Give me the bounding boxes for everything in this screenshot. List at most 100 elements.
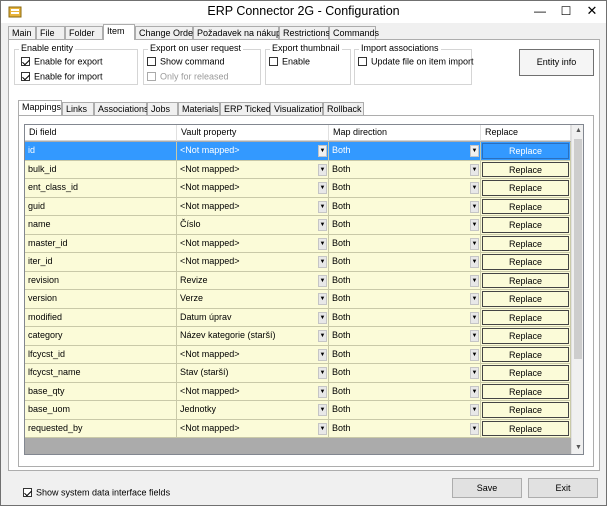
replace-button[interactable]: Replace: [482, 365, 569, 381]
replace-button[interactable]: Replace: [482, 402, 569, 418]
vault-property-combo[interactable]: <Not mapped> ▼: [177, 197, 329, 216]
tab-folder[interactable]: Folder: [65, 26, 103, 40]
vault-property-combo[interactable]: <Not mapped> ▼: [177, 160, 329, 179]
column-header-replace[interactable]: Replace: [481, 125, 571, 141]
di-field-cell[interactable]: name: [25, 216, 177, 235]
scroll-thumb[interactable]: [574, 139, 582, 359]
tab-materials[interactable]: Materials: [178, 102, 220, 115]
dropdown-arrow-icon[interactable]: ▼: [470, 293, 479, 305]
replace-button[interactable]: Replace: [482, 235, 569, 251]
map-direction-combo[interactable]: Both ▼: [329, 253, 481, 272]
map-direction-combo[interactable]: Both ▼: [329, 179, 481, 198]
map-direction-combo[interactable]: Both ▼: [329, 197, 481, 216]
column-header-vault-property[interactable]: Vault property: [177, 125, 329, 141]
minimize-button[interactable]: —: [527, 1, 553, 22]
column-header-di-field[interactable]: Di field: [25, 125, 177, 141]
show-system-fields-checkbox[interactable]: Show system data interface fields: [23, 487, 170, 498]
tab-item[interactable]: Item: [103, 24, 135, 40]
di-field-cell[interactable]: category: [25, 327, 177, 346]
di-field-cell[interactable]: iter_id: [25, 253, 177, 272]
dropdown-arrow-icon[interactable]: ▼: [470, 348, 479, 361]
table-row[interactable]: category Název kategorie (starší) ▼ Both ▼ Re…: [25, 327, 571, 346]
entity-info-button[interactable]: Entity info: [519, 49, 594, 76]
vault-property-combo[interactable]: <Not mapped> ▼: [177, 345, 329, 364]
tab-change-order[interactable]: Change Order: [135, 26, 196, 40]
map-direction-combo[interactable]: Both ▼: [329, 401, 481, 420]
table-row[interactable]: lfcycst_id <Not mapped> ▼ Both ▼ Replace: [25, 345, 571, 364]
di-field-cell[interactable]: requested_by: [25, 419, 177, 438]
table-row[interactable]: guid <Not mapped> ▼ Both ▼ Replace: [25, 197, 571, 216]
map-direction-combo[interactable]: Both ▼: [329, 419, 481, 438]
replace-button[interactable]: Replace: [482, 383, 569, 399]
table-row[interactable]: name Číslo ▼ Both ▼ Replace: [25, 216, 571, 235]
dropdown-arrow-icon[interactable]: ▼: [470, 237, 479, 250]
tab-mappings[interactable]: Mappings: [18, 100, 62, 115]
checkbox-unchecked-icon[interactable]: [269, 57, 278, 67]
update-file-checkbox[interactable]: Update file on item import: [358, 56, 474, 67]
dropdown-arrow-icon[interactable]: ▼: [470, 145, 479, 157]
dropdown-arrow-icon[interactable]: ▼: [318, 145, 327, 157]
replace-button[interactable]: Replace: [482, 309, 569, 325]
tab-pozadavek-na-nakup[interactable]: Požadavek na nákup: [193, 26, 281, 40]
table-row[interactable]: version Verze ▼ Both ▼ Replace: [25, 290, 571, 309]
table-row[interactable]: base_qty <Not mapped> ▼ Both ▼ Replace: [25, 382, 571, 401]
replace-button[interactable]: Replace: [482, 346, 569, 362]
scroll-up-arrow-icon[interactable]: ▲: [572, 125, 583, 137]
table-row[interactable]: base_uom Jednotky ▼ Both ▼ Replace: [25, 401, 571, 420]
replace-button[interactable]: Replace: [482, 217, 569, 233]
di-field-cell[interactable]: bulk_id: [25, 160, 177, 179]
dropdown-arrow-icon[interactable]: ▼: [470, 367, 479, 379]
dropdown-arrow-icon[interactable]: ▼: [318, 219, 327, 231]
di-field-cell[interactable]: base_uom: [25, 401, 177, 420]
dropdown-arrow-icon[interactable]: ▼: [470, 274, 479, 287]
close-button[interactable]: ✕: [579, 1, 605, 22]
mappings-grid[interactable]: Di field Vault property Map direction Re…: [24, 124, 584, 455]
checkbox-checked-icon[interactable]: [21, 72, 30, 82]
dropdown-arrow-icon[interactable]: ▼: [470, 422, 479, 435]
tab-restrictions[interactable]: Restrictions: [279, 26, 330, 40]
replace-button[interactable]: Replace: [482, 254, 569, 270]
vault-property-combo[interactable]: Verze ▼: [177, 290, 329, 309]
di-field-cell[interactable]: lfcycst_name: [25, 364, 177, 383]
table-row[interactable]: lfcycst_name Stav (starší) ▼ Both ▼ Replace: [25, 364, 571, 383]
map-direction-combo[interactable]: Both ▼: [329, 345, 481, 364]
di-field-cell[interactable]: ent_class_id: [25, 179, 177, 198]
maximize-button[interactable]: ☐: [553, 1, 579, 22]
enable-export-checkbox[interactable]: Enable for export: [21, 56, 103, 67]
checkbox-unchecked-icon[interactable]: [147, 57, 156, 67]
dropdown-arrow-icon[interactable]: ▼: [318, 200, 327, 213]
table-row[interactable]: master_id <Not mapped> ▼ Both ▼ Replace: [25, 234, 571, 253]
vault-property-combo[interactable]: <Not mapped> ▼: [177, 382, 329, 401]
only-released-checkbox[interactable]: Only for released: [147, 71, 229, 82]
map-direction-combo[interactable]: Both ▼: [329, 364, 481, 383]
di-field-cell[interactable]: guid: [25, 197, 177, 216]
map-direction-combo[interactable]: Both ▼: [329, 290, 481, 309]
vault-property-combo[interactable]: <Not mapped> ▼: [177, 234, 329, 253]
di-field-cell[interactable]: master_id: [25, 234, 177, 253]
replace-button[interactable]: Replace: [482, 291, 569, 307]
dropdown-arrow-icon[interactable]: ▼: [318, 311, 327, 324]
map-direction-combo[interactable]: Both ▼: [329, 160, 481, 179]
map-direction-combo[interactable]: Both ▼: [329, 271, 481, 290]
dropdown-arrow-icon[interactable]: ▼: [470, 219, 479, 231]
checkbox-checked-icon[interactable]: [23, 488, 32, 498]
di-field-cell[interactable]: lfcycst_id: [25, 345, 177, 364]
replace-button[interactable]: Replace: [482, 420, 569, 436]
map-direction-combo[interactable]: Both ▼: [329, 234, 481, 253]
vault-property-combo[interactable]: Číslo ▼: [177, 216, 329, 235]
replace-button[interactable]: Replace: [482, 328, 569, 344]
replace-button[interactable]: Replace: [482, 143, 569, 159]
replace-button[interactable]: Replace: [482, 161, 569, 177]
dropdown-arrow-icon[interactable]: ▼: [318, 330, 327, 342]
vault-property-combo[interactable]: Datum úprav ▼: [177, 308, 329, 327]
map-direction-combo[interactable]: Both ▼: [329, 308, 481, 327]
map-direction-combo[interactable]: Both ▼: [329, 382, 481, 401]
dropdown-arrow-icon[interactable]: ▼: [318, 237, 327, 250]
dropdown-arrow-icon[interactable]: ▼: [470, 330, 479, 342]
table-row[interactable]: revision Revize ▼ Both ▼ Replace: [25, 271, 571, 290]
thumbnail-enable-checkbox[interactable]: Enable: [269, 56, 310, 67]
vault-property-combo[interactable]: Stav (starší) ▼: [177, 364, 329, 383]
scroll-down-arrow-icon[interactable]: ▼: [572, 442, 583, 454]
title-bar[interactable]: ERP Connector 2G - Configuration — ☐ ✕: [1, 1, 606, 23]
tab-file[interactable]: File: [36, 26, 65, 40]
